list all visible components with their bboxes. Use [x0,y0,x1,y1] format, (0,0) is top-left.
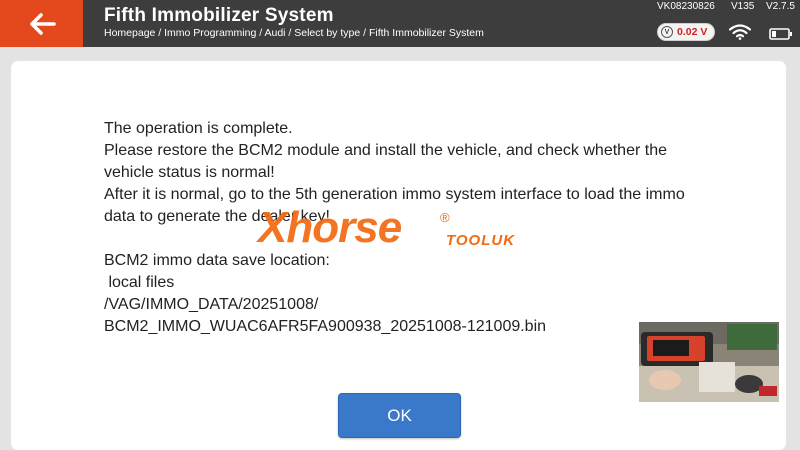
software-version: V2.7.5 [766,1,795,12]
message-line: BCM2 immo data save location: [104,252,330,269]
message-text: The operation is complete. Please restor… [104,118,704,338]
file-name: BCM2_IMMO_WUAC6AFR5FA900938_20251008-121… [104,318,547,335]
ok-button[interactable]: OK [338,393,461,438]
voltage-value: 0.02 V [677,26,708,38]
hardware-version: V135 [731,1,755,12]
message-line: After it is normal, go to the 5th genera… [104,186,685,225]
video-thumbnail [639,322,779,402]
message-line: local files [104,274,175,291]
battery-icon [769,28,792,40]
back-arrow-icon [29,12,56,35]
top-bar: Fifth Immobilizer System Homepage / Immo… [0,0,800,47]
page-title: Fifth Immobilizer System [104,5,334,26]
breadcrumb: Homepage / Immo Programming / Audi / Sel… [104,27,484,39]
voltage-indicator: V 0.02 V [657,23,715,41]
wifi-icon [729,24,751,40]
message-line: Please restore the BCM2 module and insta… [104,142,667,181]
message-line: The operation is complete. [104,120,293,137]
device-id: VK08230826 [657,1,715,12]
file-path: /VAG/IMMO_DATA/20251008/ [104,296,319,313]
back-button[interactable] [0,0,83,47]
voltage-icon: V [661,26,673,38]
video-overlay [639,322,779,402]
